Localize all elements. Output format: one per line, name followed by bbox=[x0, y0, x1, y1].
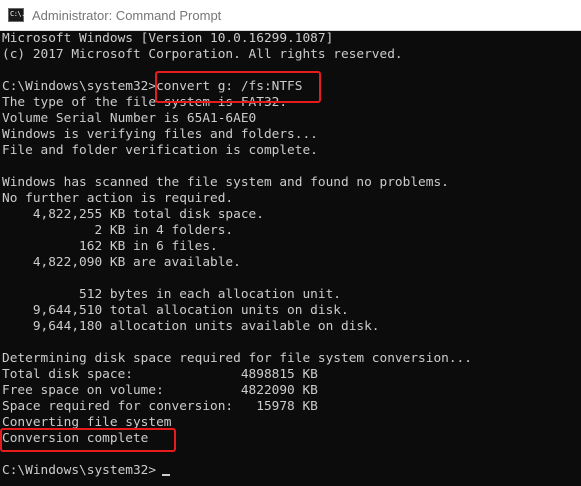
prompt-line: C:\Windows\system32> bbox=[2, 463, 157, 478]
console-line: Space required for conversion: 15978 KB bbox=[2, 399, 318, 414]
text-cursor bbox=[162, 474, 170, 476]
console-line: 4,822,090 KB are available. bbox=[2, 255, 241, 270]
console-line: 9,644,180 allocation units available on … bbox=[2, 319, 380, 334]
console-line: Microsoft Windows [Version 10.0.16299.10… bbox=[2, 31, 334, 46]
window-title: Administrator: Command Prompt bbox=[32, 8, 222, 23]
console-line: Free space on volume: 4822090 KB bbox=[2, 383, 318, 398]
command-prompt-icon-label: C:\. bbox=[10, 10, 25, 18]
console-line: No further action is required. bbox=[2, 191, 234, 206]
console-line: 4,822,255 KB total disk space. bbox=[2, 207, 264, 222]
conversion-complete-highlight-box bbox=[0, 428, 176, 452]
command-prompt-icon: C:\. bbox=[8, 8, 25, 22]
console-line: Windows has scanned the file system and … bbox=[2, 175, 449, 190]
console-line: Volume Serial Number is 65A1-6AE0 bbox=[2, 111, 257, 126]
console-line: 512 bytes in each allocation unit. bbox=[2, 287, 341, 302]
console-line: Determining disk space required for file… bbox=[2, 351, 472, 366]
command-highlight-box bbox=[155, 71, 321, 103]
console-line: 162 KB in 6 files. bbox=[2, 239, 218, 254]
console-line: File and folder verification is complete… bbox=[2, 143, 318, 158]
console-line: Total disk space: 4898815 KB bbox=[2, 367, 318, 382]
console-line: 2 KB in 4 folders. bbox=[2, 223, 234, 238]
console-line: Windows is verifying files and folders..… bbox=[2, 127, 318, 142]
console-line: (c) 2017 Microsoft Corporation. All righ… bbox=[2, 47, 403, 62]
title-bar[interactable]: C:\. Administrator: Command Prompt bbox=[0, 0, 581, 31]
console-line: 9,644,510 total allocation units on disk… bbox=[2, 303, 349, 318]
